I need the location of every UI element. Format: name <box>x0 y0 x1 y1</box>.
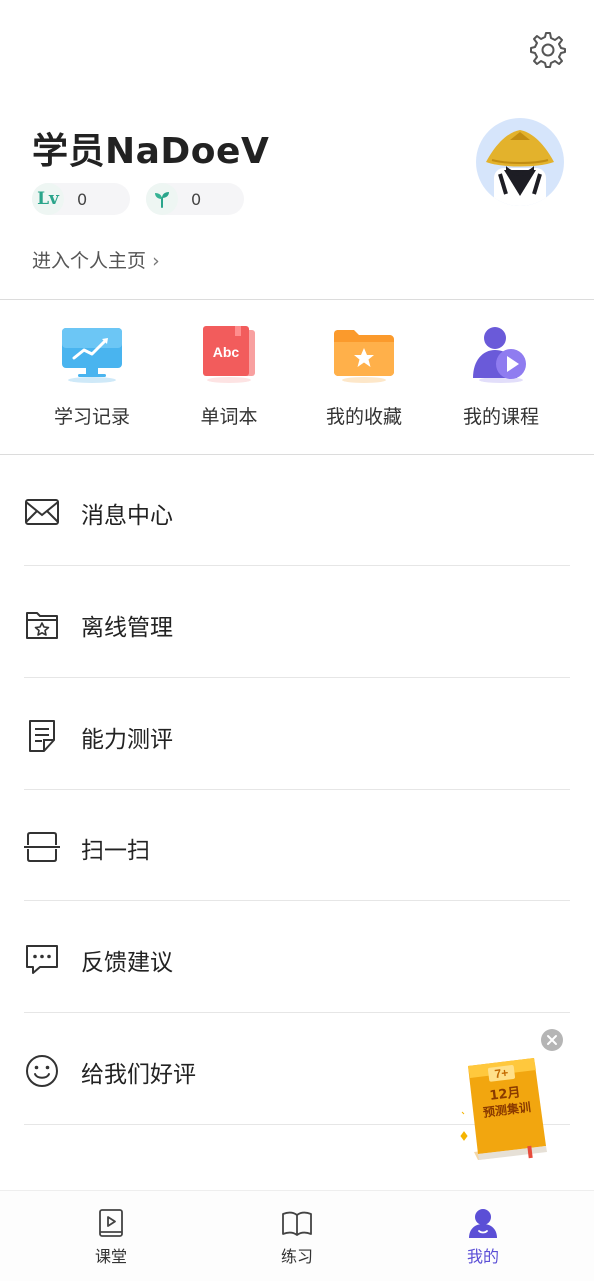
smiley-icon <box>26 1055 58 1087</box>
abc-text: Abc <box>213 344 240 360</box>
abc-notebook-icon: Abc <box>203 326 255 383</box>
sprout-icon <box>146 183 178 215</box>
homepage-link[interactable]: 进入个人主页 › <box>32 246 160 273</box>
quick-label-favorites: 我的收藏 <box>325 406 402 428</box>
star-folder-outline-icon <box>26 612 58 639</box>
promo-book-icon: 7+ 12月 预测集训 <box>460 1058 547 1160</box>
promo-close-button[interactable] <box>541 1029 563 1051</box>
row-divider <box>24 789 570 790</box>
scan-icon <box>24 832 60 862</box>
close-icon <box>547 1035 557 1045</box>
chevron-right-icon: › <box>152 250 160 272</box>
menu-label: 给我们好评 <box>81 1062 196 1088</box>
star-folder-icon <box>334 330 394 383</box>
nav-tab-mine[interactable]: 我的 <box>384 1191 582 1281</box>
study-record-button[interactable]: 学习记录 <box>26 318 158 436</box>
nav-label: 练习 <box>280 1247 313 1266</box>
promo-banner[interactable]: 7+ 12月 预测集训 <box>456 1052 556 1162</box>
vocabulary-book-button[interactable]: Abc 单词本 <box>163 318 295 436</box>
quick-label-vocabulary-book: 单词本 <box>200 406 258 428</box>
section-divider <box>0 454 594 455</box>
menu-item-feedback[interactable]: 反馈建议 <box>24 903 570 1013</box>
person-play-icon <box>473 327 526 383</box>
nav-label: 课堂 <box>94 1247 127 1266</box>
level-badge-text: Lv <box>37 189 59 209</box>
nav-label-active: 我的 <box>466 1247 499 1266</box>
level-badge-icon: Lv <box>32 183 64 215</box>
menu-label: 离线管理 <box>81 615 173 641</box>
promo-badge: 7+ <box>494 1066 509 1082</box>
quick-label-study-record: 学习记录 <box>53 406 130 428</box>
username: 学员NaDoeV <box>32 131 270 172</box>
profile-icon <box>469 1209 497 1238</box>
settings-button[interactable] <box>528 30 568 70</box>
menu-label: 反馈建议 <box>81 950 173 976</box>
row-divider <box>24 565 570 566</box>
menu-label: 消息中心 <box>81 503 173 529</box>
level-value: 0 <box>77 190 88 209</box>
avatar[interactable] <box>476 118 564 206</box>
document-edit-icon <box>29 720 55 752</box>
menu-label: 能力测评 <box>81 727 173 753</box>
row-divider <box>24 900 570 901</box>
menu-item-offline[interactable]: 离线管理 <box>24 568 570 678</box>
chat-bubble-icon <box>26 945 58 974</box>
row-divider <box>24 677 570 678</box>
menu-item-messages[interactable]: 消息中心 <box>24 456 570 566</box>
section-divider <box>0 299 594 300</box>
monitor-chart-icon <box>62 328 122 383</box>
nav-tab-practice[interactable]: 练习 <box>198 1191 396 1281</box>
classroom-icon <box>99 1209 123 1237</box>
bottom-nav: 课堂 练习 我的 <box>0 1190 594 1281</box>
gear-icon <box>530 32 566 68</box>
menu-item-assessment[interactable]: 能力测评 <box>24 680 570 790</box>
my-courses-button[interactable]: 我的课程 <box>435 318 567 436</box>
sprout-value: 0 <box>191 190 202 209</box>
row-divider <box>24 1012 570 1013</box>
open-book-icon <box>282 1211 312 1236</box>
avatar-hat-icon <box>486 130 554 206</box>
quick-label-my-courses: 我的课程 <box>462 406 539 428</box>
homepage-link-text: 进入个人主页 <box>32 250 147 272</box>
menu-label: 扫一扫 <box>81 838 150 864</box>
favorites-button[interactable]: 我的收藏 <box>298 318 430 436</box>
menu-item-scan[interactable]: 扫一扫 <box>24 791 570 901</box>
nav-tab-classroom[interactable]: 课堂 <box>12 1191 210 1281</box>
mail-icon <box>25 499 59 525</box>
